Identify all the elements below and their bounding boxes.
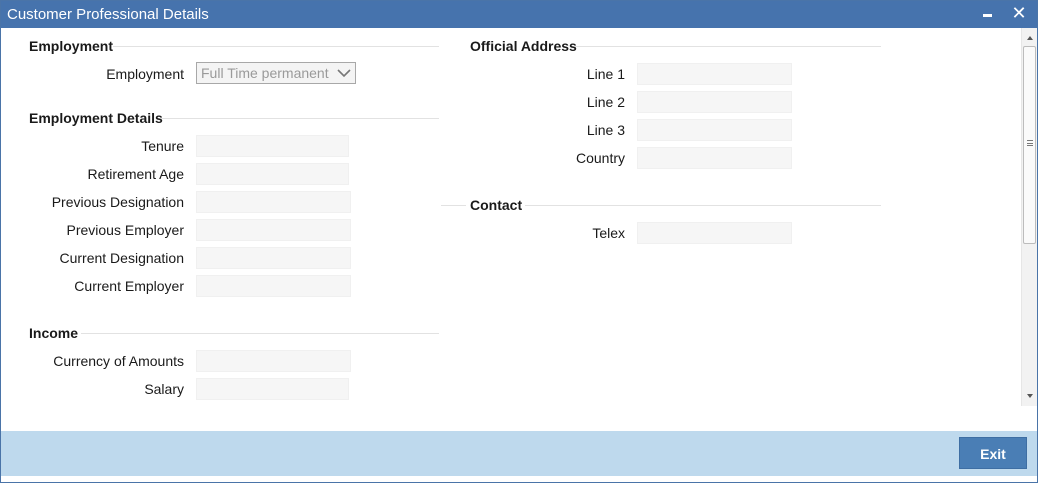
retirement-age-label: Retirement Age (87, 166, 185, 182)
chevron-down-icon (337, 69, 351, 78)
window-title: Customer Professional Details (7, 6, 209, 23)
line-3-input[interactable] (637, 119, 792, 141)
previous-employer-label: Previous Employer (66, 222, 185, 238)
country-input[interactable] (637, 147, 792, 169)
telex-label: Telex (592, 225, 625, 241)
employment-label: Employment (106, 66, 184, 82)
section-title-employment: Employment (29, 38, 114, 54)
salary-label: Salary (144, 381, 184, 397)
current-designation-input[interactable] (196, 247, 351, 269)
section-divider (441, 205, 466, 206)
section-divider (113, 46, 439, 47)
currency-of-amounts-input[interactable] (196, 350, 351, 372)
section-title-contact: Contact (470, 197, 523, 213)
retirement-age-input[interactable] (196, 163, 349, 185)
section-title-employment-details: Employment Details (29, 110, 163, 126)
country-label: Country (575, 150, 625, 166)
current-employer-label: Current Employer (74, 278, 184, 294)
previous-designation-label: Previous Designation (51, 194, 184, 210)
tenure-input[interactable] (196, 135, 349, 157)
scroll-up-icon[interactable] (1024, 32, 1036, 44)
previous-designation-input[interactable] (196, 191, 351, 213)
line-1-input[interactable] (637, 63, 792, 85)
section-title-income: Income (29, 325, 79, 341)
customer-professional-details-window: Customer Professional Details ✕ Employme… (0, 0, 1038, 483)
section-divider (81, 333, 439, 334)
line-2-input[interactable] (637, 91, 792, 113)
section-divider (525, 205, 881, 206)
salary-input[interactable] (196, 378, 349, 400)
scroll-down-icon[interactable] (1024, 390, 1036, 402)
employment-select[interactable]: Full Time permanent (196, 62, 356, 84)
employment-select-value: Full Time permanent (201, 65, 329, 81)
title-bar: Customer Professional Details ✕ (1, 1, 1037, 28)
section-title-official-address: Official Address (470, 38, 577, 54)
footer-bar: Exit (1, 431, 1037, 476)
line-1-label: Line 1 (586, 66, 625, 82)
minimize-icon[interactable] (977, 3, 997, 23)
tenure-label: Tenure (141, 138, 184, 154)
exit-button[interactable]: Exit (959, 437, 1027, 469)
form-content: Employment Employment Full Time permanen… (1, 28, 1021, 406)
line-2-label: Line 2 (586, 94, 625, 110)
scrollbar-thumb[interactable] (1023, 46, 1036, 244)
telex-input[interactable] (637, 222, 792, 244)
grip-icon (1027, 140, 1033, 146)
current-employer-input[interactable] (196, 275, 351, 297)
line-3-label: Line 3 (586, 122, 625, 138)
currency-of-amounts-label: Currency of Amounts (53, 353, 184, 369)
previous-employer-input[interactable] (196, 219, 351, 241)
section-divider (161, 118, 439, 119)
close-icon[interactable]: ✕ (1009, 3, 1029, 23)
vertical-scrollbar[interactable] (1021, 28, 1037, 406)
section-divider (575, 46, 881, 47)
current-designation-label: Current Designation (59, 250, 184, 266)
